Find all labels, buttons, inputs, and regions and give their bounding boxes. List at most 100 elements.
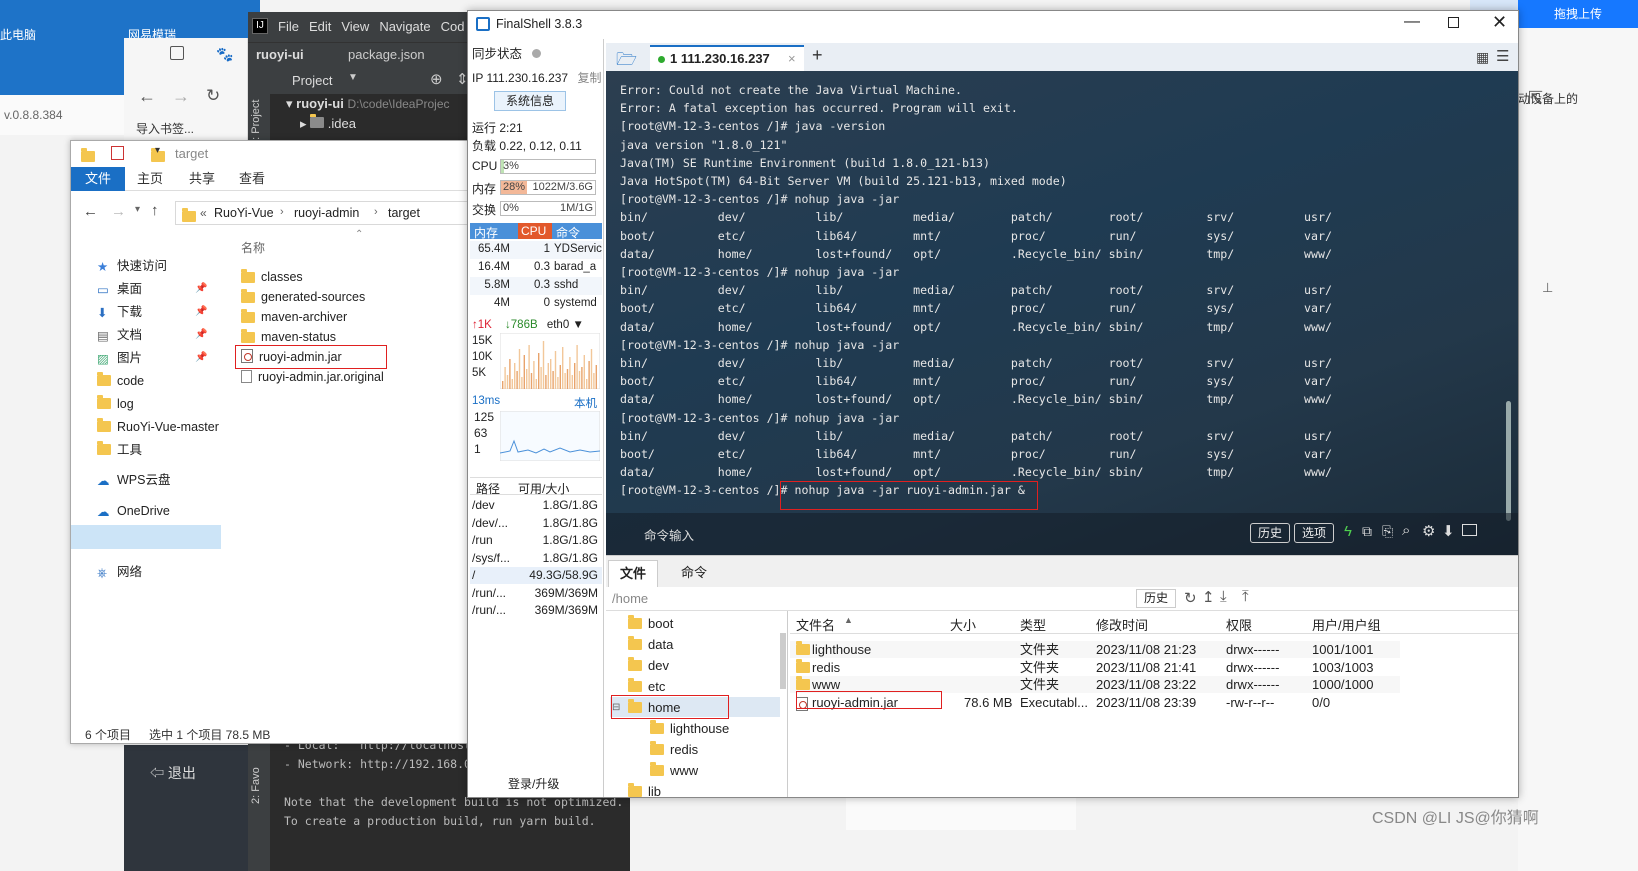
add-tab-icon[interactable]: +: [812, 45, 823, 66]
tree-item[interactable]: dev: [628, 655, 669, 676]
disk-row[interactable]: /run/... 369M/369M: [470, 602, 602, 619]
file-row[interactable]: classes: [241, 267, 303, 287]
properties-icon[interactable]: [111, 146, 124, 160]
file-column-header[interactable]: 修改时间: [1096, 615, 1148, 634]
forward-icon[interactable]: →: [172, 86, 190, 107]
file-column-header[interactable]: 用户/用户组: [1312, 615, 1381, 634]
logout-button[interactable]: ⇦ 退出: [150, 763, 196, 783]
tree-scrollbar[interactable]: [780, 633, 786, 689]
ribbon-tab-view[interactable]: 查看: [239, 167, 265, 191]
nav-item[interactable]: ▨ 图片 📌: [97, 347, 207, 369]
file-row[interactable]: ruoyi-admin.jar.original: [241, 367, 384, 387]
nav-item[interactable]: code: [97, 370, 144, 392]
process-row[interactable]: 65.4M 1 YDServic: [470, 241, 602, 259]
menu-icon[interactable]: ☰: [1496, 47, 1509, 65]
ide-project-tool-tab[interactable]: 1: Project: [250, 76, 268, 146]
ide-favorites-tool-tab[interactable]: 2: Favo: [250, 744, 268, 804]
ide-menu-item[interactable]: View: [341, 19, 369, 34]
nav-item[interactable]: ⬇ 下载 📌: [97, 301, 207, 323]
nav-item[interactable]: RuoYi-Vue-master: [97, 416, 219, 438]
share-icon[interactable]: ⇱: [1528, 88, 1543, 109]
ribbon-tab-share[interactable]: 共享: [189, 167, 215, 191]
upload-file-icon[interactable]: ⤒: [1242, 588, 1249, 605]
disk-row[interactable]: /dev/... 1.8G/1.8G: [470, 515, 602, 532]
file-row[interactable]: maven-archiver: [241, 307, 347, 327]
tab-files[interactable]: 文件: [608, 560, 658, 588]
disk-row[interactable]: /dev 1.8G/1.8G: [470, 497, 602, 514]
window-icon[interactable]: [1462, 524, 1477, 536]
latency-host[interactable]: 本机: [574, 395, 597, 411]
ide-project-title[interactable]: Project: [292, 73, 332, 88]
grid-view-icon[interactable]: ▦: [1476, 49, 1489, 66]
terminal[interactable]: Error: Could not create the Java Virtual…: [606, 71, 1518, 555]
login-upgrade-button[interactable]: 登录/升级: [508, 775, 559, 792]
up-dir-icon[interactable]: ↥: [1202, 588, 1215, 606]
ide-menu-item[interactable]: Cod: [441, 19, 465, 34]
breadcrumb-target[interactable]: target: [388, 206, 420, 220]
process-header-mem[interactable]: 内存: [474, 224, 498, 241]
process-row[interactable]: 16.4M 0.3 barad_a: [470, 259, 602, 277]
file-row[interactable]: generated-sources: [241, 287, 365, 307]
path-history-button[interactable]: 历史: [1136, 589, 1176, 608]
path-input[interactable]: /home: [612, 591, 648, 606]
ribbon-tab-file[interactable]: 文件: [71, 167, 125, 191]
close-icon[interactable]: ✕: [1492, 12, 1507, 33]
quick-access-dropdown-icon[interactable]: ▾: [155, 145, 160, 156]
history-button[interactable]: 历史: [1250, 523, 1290, 543]
tab-commands[interactable]: 命令: [666, 560, 722, 588]
disk-row[interactable]: / 49.3G/58.9G: [470, 567, 602, 584]
disk-header-size[interactable]: 可用/大小: [518, 480, 569, 497]
nav-item[interactable]: ▭ 桌面 📌: [97, 278, 207, 300]
up-icon[interactable]: ↑: [151, 202, 159, 219]
maximize-icon[interactable]: [1448, 17, 1459, 28]
net-interface-select[interactable]: eth0: [547, 319, 569, 331]
options-button[interactable]: 选项: [1294, 523, 1334, 543]
ide-menu-item[interactable]: File: [278, 19, 299, 34]
ribbon-tab-home[interactable]: 主页: [137, 167, 163, 191]
overflow-icon[interactable]: «: [200, 206, 207, 220]
pin-icon[interactable]: 📌: [195, 278, 207, 300]
column-header-name[interactable]: 名称: [241, 239, 265, 256]
forward-icon[interactable]: →: [111, 203, 126, 220]
tree-item[interactable]: data: [628, 634, 673, 655]
download-file-icon[interactable]: ⤓: [1220, 588, 1227, 605]
minimize-icon[interactable]: —: [1404, 13, 1420, 31]
address-bar[interactable]: « RuoYi-Vue › ruoyi-admin › target: [175, 201, 471, 225]
nav-item[interactable]: ★ 快速访问: [97, 255, 167, 277]
ide-crumb-project[interactable]: ruoyi-ui: [256, 47, 304, 62]
command-input[interactable]: 命令输入: [644, 525, 694, 544]
pin-icon[interactable]: 📌: [195, 347, 207, 369]
process-row[interactable]: 5.8M 0.3 sshd: [470, 277, 602, 295]
tree-item[interactable]: etc: [628, 676, 665, 697]
disk-row[interactable]: /run/... 369M/369M: [470, 585, 602, 602]
breadcrumb-ruoyi-admin[interactable]: ruoyi-admin: [294, 206, 359, 220]
tree-item[interactable]: boot: [628, 613, 673, 634]
terminal-scrollbar[interactable]: [1506, 401, 1511, 521]
disk-row[interactable]: /run 1.8G/1.8G: [470, 532, 602, 549]
nav-item[interactable]: ☁ WPS云盘: [97, 469, 170, 491]
download-icon[interactable]: ⬇: [1442, 522, 1455, 540]
ide-tree-root[interactable]: ▾ ruoyi-ui D:\code\IdeaProjec: [286, 96, 450, 112]
lightning-icon[interactable]: ϟ: [1344, 523, 1352, 540]
file-column-header[interactable]: 文件名: [796, 615, 835, 634]
ide-crumb-file[interactable]: package.json: [348, 47, 425, 62]
close-tab-icon[interactable]: ×: [788, 51, 796, 66]
tree-item[interactable]: lib: [628, 781, 661, 802]
back-icon[interactable]: ←: [83, 203, 98, 220]
chevron-down-icon[interactable]: ▼: [348, 72, 358, 83]
disk-row[interactable]: /sys/f... 1.8G/1.8G: [470, 550, 602, 567]
pin-icon[interactable]: 📌: [195, 301, 207, 323]
target-icon[interactable]: ⊕: [430, 70, 443, 88]
copy-ip-button[interactable]: 复制: [577, 71, 601, 85]
breadcrumb-ruoyi-vue[interactable]: RuoYi-Vue: [214, 206, 274, 220]
session-tab[interactable]: 1 111.230.16.237 ×: [650, 45, 804, 71]
file-column-header[interactable]: 类型: [1020, 615, 1046, 634]
refresh-icon[interactable]: ↻: [1184, 589, 1197, 607]
disk-header-path[interactable]: 路径: [476, 480, 500, 497]
nav-item[interactable]: log: [97, 393, 134, 415]
nav-item[interactable]: 工具: [97, 439, 142, 461]
nav-item[interactable]: ☁ OneDrive: [97, 500, 170, 522]
ide-menu-item[interactable]: Navigate: [379, 19, 430, 34]
nav-item[interactable]: ▤ 文档 📌: [97, 324, 207, 346]
remote-file-row[interactable]: redis 文件夹 2023/11/08 21:41 drwx------ 1003/1…: [790, 658, 1400, 676]
